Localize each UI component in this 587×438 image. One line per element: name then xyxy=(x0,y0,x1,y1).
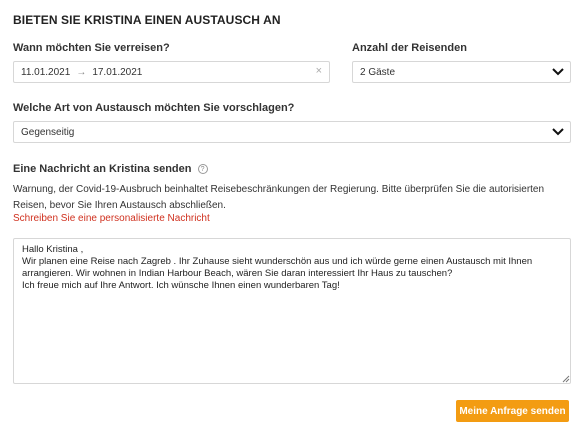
message-label-row: Eine Nachricht an Kristina senden ? xyxy=(13,163,208,175)
resize-handle-icon[interactable] xyxy=(562,375,570,383)
dialog-title: BIETEN SIE KRISTINA EINEN AUSTAUSCH AN xyxy=(13,13,281,27)
send-request-button[interactable]: Meine Anfrage senden xyxy=(456,400,569,422)
exchange-type-select[interactable]: Gegenseitig xyxy=(13,121,571,143)
travel-dates-field[interactable]: 11.01.2021 → 17.01.2021 × xyxy=(13,61,330,83)
covid-warning: Warnung, der Covid-19-Ausbruch beinhalte… xyxy=(13,184,545,211)
arrow-right-icon: → xyxy=(76,66,87,78)
exchange-type-label: Welche Art von Austausch möchten Sie vor… xyxy=(13,102,295,114)
message-textarea[interactable]: Hallo Kristina , Wir planen eine Reise n… xyxy=(13,238,571,384)
message-label: Eine Nachricht an Kristina senden xyxy=(13,163,192,175)
end-date[interactable]: 17.01.2021 xyxy=(92,67,142,78)
guests-value: 2 Gäste xyxy=(360,66,396,78)
travel-dates-label: Wann möchten Sie verreisen? xyxy=(13,42,170,54)
start-date[interactable]: 11.01.2021 xyxy=(21,67,70,78)
help-icon[interactable]: ? xyxy=(197,164,208,175)
guests-select[interactable]: 2 Gäste xyxy=(352,61,571,83)
guests-label: Anzahl der Reisenden xyxy=(352,42,467,54)
clear-dates-icon[interactable]: × xyxy=(316,65,322,77)
chevron-down-icon xyxy=(550,64,566,80)
chevron-down-icon xyxy=(550,124,566,140)
exchange-type-value: Gegenseitig xyxy=(21,126,75,138)
personalized-message-link[interactable]: Schreiben Sie eine personalisierte Nachr… xyxy=(13,213,210,224)
